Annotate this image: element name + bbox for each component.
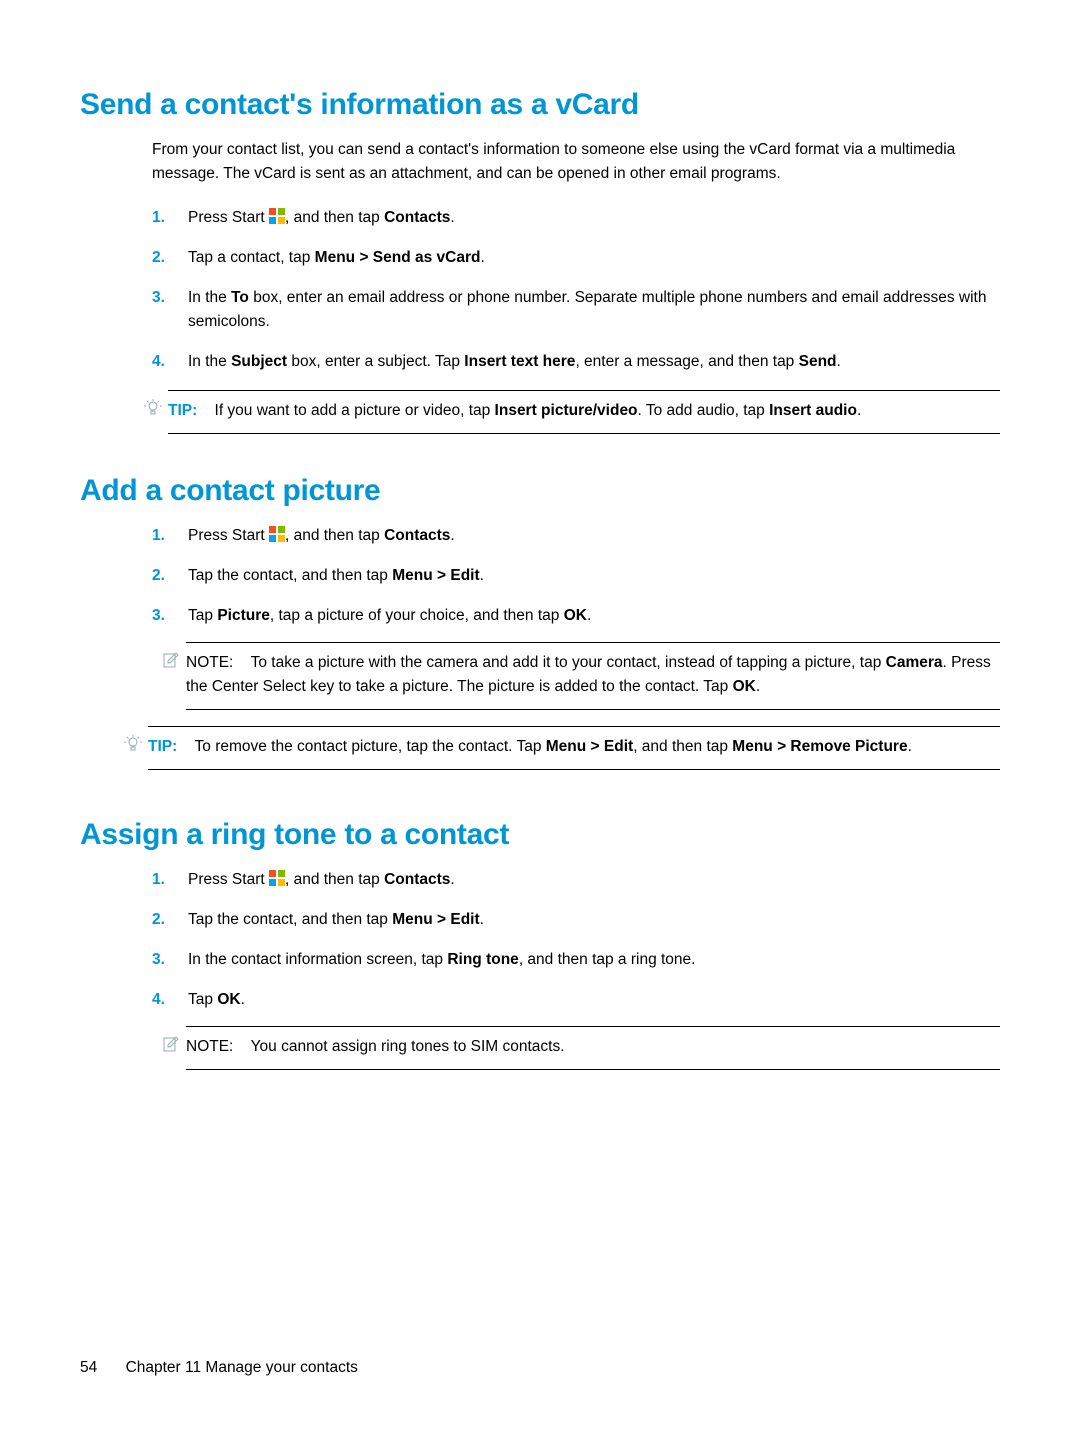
heading-ringtone: Assign a ring tone to a contact — [80, 818, 1000, 852]
bold-text: Menu > Edit — [392, 911, 479, 928]
bold-text: OK — [564, 607, 587, 624]
bold-text: Camera — [886, 654, 943, 671]
step-text: Tap the contact, and then tap — [188, 911, 392, 928]
bold-text: OK — [217, 991, 240, 1008]
steps-vcard: Press Start , and then tap Contacts. Tap… — [152, 206, 1000, 374]
tip-text: , and then tap — [633, 738, 732, 755]
heading-vcard: Send a contact's information as a vCard — [80, 88, 1000, 122]
note-text — [238, 654, 251, 671]
steps-ringtone: Press Start , and then tap Contacts. Tap… — [152, 868, 1000, 1070]
page-footer: 54 Chapter 11 Manage your contacts — [80, 1359, 358, 1377]
step-item: In the contact information screen, tap R… — [152, 948, 1000, 972]
tip-text: To remove the contact picture, tap the c… — [195, 738, 546, 755]
step-text: . — [450, 871, 454, 888]
step-item: Tap the contact, and then tap Menu > Edi… — [152, 564, 1000, 588]
step-item: Tap OK. NOTE: You cannot assign ring ton… — [152, 988, 1000, 1070]
step-text: , and then tap a ring tone. — [519, 951, 696, 968]
step-text: In the contact information screen, tap — [188, 951, 447, 968]
bold-text: Subject — [231, 353, 287, 370]
bold-text: Menu > Edit — [546, 738, 633, 755]
note-text — [238, 1038, 251, 1055]
step-text: , tap a picture of your choice, and then… — [270, 607, 564, 624]
bold-text: Send — [799, 353, 837, 370]
bold-text: OK — [733, 678, 756, 695]
tip-text: . To add audio, tap — [638, 402, 770, 419]
step-text: . — [480, 911, 484, 928]
tip-bulb-icon — [124, 735, 142, 753]
note-box: NOTE: To take a picture with the camera … — [186, 642, 1000, 710]
bold-text: To — [231, 289, 249, 306]
step-item: In the Subject box, enter a subject. Tap… — [152, 350, 1000, 374]
bold-text: Ring tone — [447, 951, 518, 968]
step-text: . — [480, 567, 484, 584]
note-box: NOTE: You cannot assign ring tones to SI… — [186, 1026, 1000, 1070]
windows-start-icon — [269, 870, 285, 886]
step-text: , and then tap — [285, 527, 384, 544]
note-text: To take a picture with the camera and ad… — [251, 654, 886, 671]
step-text: Tap — [188, 991, 217, 1008]
note-text: . — [756, 678, 760, 695]
step-item: Tap the contact, and then tap Menu > Edi… — [152, 908, 1000, 932]
step-text: box, enter a subject. Tap — [287, 353, 464, 370]
step-text: Tap the contact, and then tap — [188, 567, 392, 584]
step-text: , and then tap — [285, 871, 384, 888]
note-pencil-icon — [162, 651, 180, 677]
tip-label: TIP: — [168, 402, 197, 419]
tip-bulb-icon — [144, 399, 162, 417]
step-item: Press Start , and then tap Contacts. — [152, 524, 1000, 548]
step-text: , enter a message, and then tap — [575, 353, 798, 370]
chapter-label: Chapter 11 Manage your contacts — [126, 1359, 358, 1376]
step-text: Tap — [188, 607, 217, 624]
bold-text: Insert text here — [464, 353, 575, 370]
windows-start-icon — [269, 526, 285, 542]
step-text: Press Start — [188, 209, 269, 226]
steps-picture: Press Start , and then tap Contacts. Tap… — [152, 524, 1000, 710]
note-label: NOTE: — [186, 1038, 233, 1055]
tip-text: . — [857, 402, 861, 419]
bold-text: Contacts — [384, 527, 450, 544]
step-item: Press Start , and then tap Contacts. — [152, 868, 1000, 892]
step-text: . — [587, 607, 591, 624]
step-text: , and then tap — [285, 209, 384, 226]
step-text: Tap a contact, tap — [188, 249, 315, 266]
tip-text — [202, 402, 215, 419]
bold-text: Insert picture/video — [495, 402, 638, 419]
step-text: . — [241, 991, 245, 1008]
step-item: In the To box, enter an email address or… — [152, 286, 1000, 334]
bold-text: Menu > Edit — [392, 567, 479, 584]
bold-text: Contacts — [384, 871, 450, 888]
step-item: Tap Picture, tap a picture of your choic… — [152, 604, 1000, 710]
bold-text: Insert audio — [769, 402, 857, 419]
step-text: . — [837, 353, 841, 370]
heading-picture: Add a contact picture — [80, 474, 1000, 508]
step-text: box, enter an email address or phone num… — [188, 289, 986, 330]
note-text: You cannot assign ring tones to SIM cont… — [251, 1038, 565, 1055]
windows-start-icon — [269, 208, 285, 224]
step-item: Tap a contact, tap Menu > Send as vCard. — [152, 246, 1000, 270]
bold-text: Contacts — [384, 209, 450, 226]
tip-box: TIP: To remove the contact picture, tap … — [148, 726, 1000, 770]
step-item: Press Start , and then tap Contacts. — [152, 206, 1000, 230]
tip-text: If you want to add a picture or video, t… — [215, 402, 495, 419]
document-page: Send a contact's information as a vCard … — [0, 0, 1080, 1070]
tip-box: TIP: If you want to add a picture or vid… — [168, 390, 1000, 434]
step-text: Press Start — [188, 871, 269, 888]
note-label: NOTE: — [186, 654, 233, 671]
note-pencil-icon — [162, 1035, 180, 1061]
step-text: . — [481, 249, 485, 266]
intro-paragraph: From your contact list, you can send a c… — [152, 138, 1000, 186]
step-text: In the — [188, 289, 231, 306]
bold-text: Menu > Remove Picture — [732, 738, 907, 755]
tip-label: TIP: — [148, 738, 177, 755]
step-text: In the — [188, 353, 231, 370]
bold-text: Menu > Send as vCard — [315, 249, 481, 266]
step-text: . — [450, 527, 454, 544]
page-number: 54 — [80, 1359, 97, 1376]
tip-text — [182, 738, 195, 755]
bold-text: Picture — [217, 607, 270, 624]
step-text: Press Start — [188, 527, 269, 544]
tip-text: . — [908, 738, 912, 755]
step-text: . — [450, 209, 454, 226]
